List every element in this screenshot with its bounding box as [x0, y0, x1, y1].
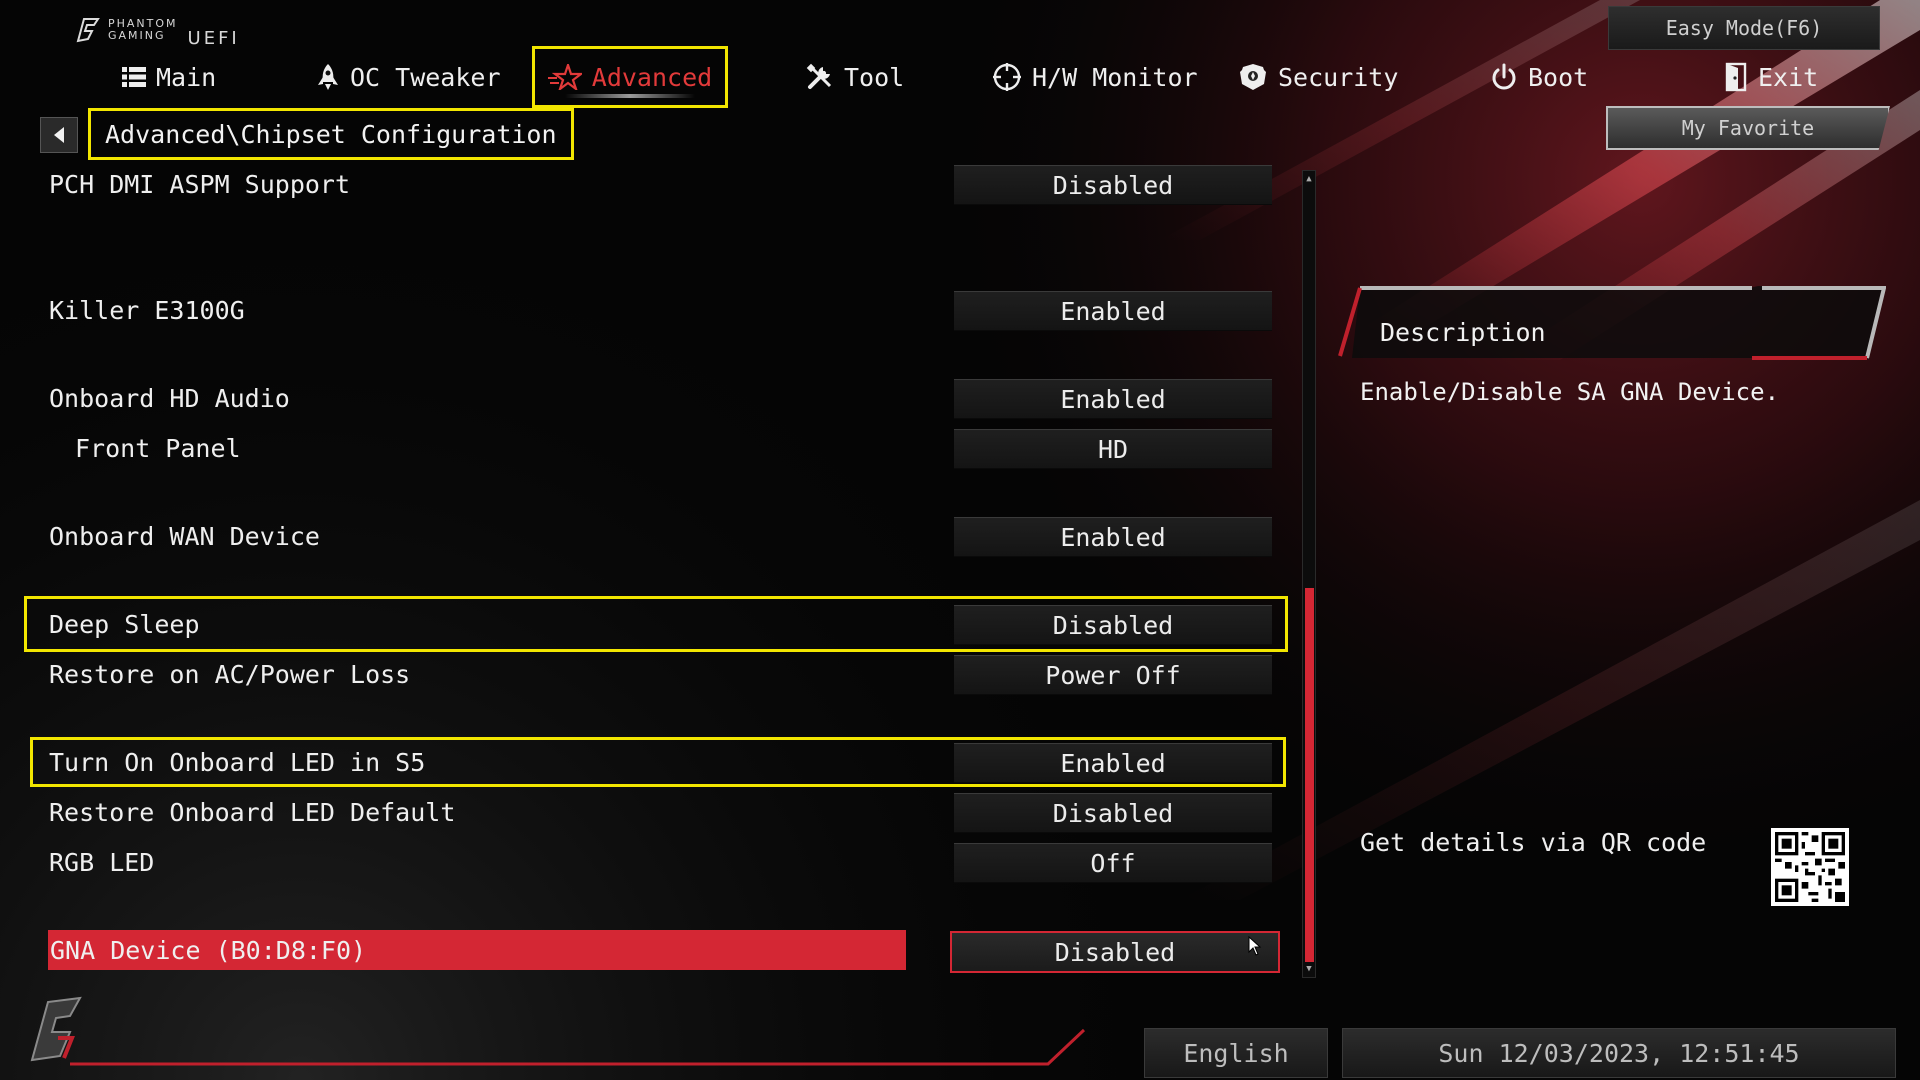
- setting-value[interactable]: Disabled: [954, 165, 1272, 205]
- setting-label: GNA Device (B0:D8:F0): [48, 930, 906, 970]
- mouse-cursor-icon: [1248, 935, 1262, 960]
- highlight-deep-sleep: [24, 596, 1288, 652]
- qr-code-image: [1771, 828, 1849, 906]
- setting-value[interactable]: Enabled: [954, 517, 1272, 557]
- setting-value[interactable]: Enabled: [954, 379, 1272, 419]
- qr-code-label: Get details via QR code: [1360, 828, 1707, 857]
- setting-label: Killer E3100G: [49, 295, 245, 325]
- settings-list: PCH DMI ASPM Support Disabled Killer E31…: [0, 0, 1320, 1000]
- setting-value[interactable]: Disabled: [954, 793, 1272, 833]
- setting-label: Restore on AC/Power Loss: [49, 659, 411, 689]
- power-icon: [1492, 63, 1516, 90]
- scrollbar-thumb[interactable]: [1305, 588, 1314, 962]
- tab-boot-label: Boot: [1528, 62, 1589, 92]
- setting-value[interactable]: Off: [954, 843, 1272, 883]
- my-favorite-button[interactable]: My Favorite: [1606, 106, 1890, 150]
- setting-row-front-panel[interactable]: Front Panel HD: [0, 426, 1300, 470]
- highlight-onboard-led-s5: [30, 737, 1286, 787]
- setting-value[interactable]: Disabled: [950, 931, 1280, 973]
- setting-row-restore-ac-power-loss[interactable]: Restore on AC/Power Loss Power Off: [0, 652, 1300, 696]
- description-title: Description: [1380, 318, 1546, 347]
- setting-row-restore-onboard-led-default[interactable]: Restore Onboard LED Default Disabled: [0, 790, 1300, 834]
- description-text: Enable/Disable SA GNA Device.: [1360, 378, 1780, 406]
- qr-code-icon: [1775, 832, 1845, 902]
- setting-label: Front Panel: [75, 433, 241, 463]
- setting-value[interactable]: Power Off: [954, 655, 1272, 695]
- language-selector[interactable]: English: [1144, 1028, 1328, 1078]
- setting-label: RGB LED: [49, 847, 155, 877]
- setting-label: Restore Onboard LED Default: [49, 797, 456, 827]
- easy-mode-button[interactable]: Easy Mode(F6): [1608, 6, 1880, 50]
- scroll-down-icon[interactable]: ▼: [1302, 962, 1316, 976]
- setting-row-onboard-wan-device[interactable]: Onboard WAN Device Enabled: [0, 514, 1300, 558]
- datetime-display: Sun 12/03/2023, 12:51:45: [1342, 1028, 1896, 1078]
- setting-label: Onboard HD Audio: [49, 383, 290, 413]
- tab-boot[interactable]: Boot: [1490, 46, 1588, 108]
- setting-row-onboard-hd-audio[interactable]: Onboard HD Audio Enabled: [0, 376, 1300, 420]
- setting-value[interactable]: HD: [954, 429, 1272, 469]
- setting-row-rgb-led[interactable]: RGB LED Off: [0, 840, 1300, 884]
- tab-exit-label: Exit: [1758, 62, 1819, 92]
- scroll-up-icon[interactable]: ▲: [1302, 172, 1316, 186]
- setting-label: PCH DMI ASPM Support: [49, 169, 351, 199]
- setting-row-pch-dmi-aspm[interactable]: PCH DMI ASPM Support Disabled: [0, 162, 1300, 206]
- setting-row-gna-device[interactable]: GNA Device (B0:D8:F0) Disabled: [0, 928, 1300, 973]
- corner-logo-icon: [18, 988, 88, 1072]
- setting-label: Onboard WAN Device: [49, 521, 320, 551]
- setting-value[interactable]: Enabled: [954, 291, 1272, 331]
- tab-exit[interactable]: Exit: [1724, 46, 1818, 108]
- exit-door-icon: [1725, 62, 1747, 92]
- setting-row-killer-e3100g[interactable]: Killer E3100G Enabled: [0, 288, 1300, 332]
